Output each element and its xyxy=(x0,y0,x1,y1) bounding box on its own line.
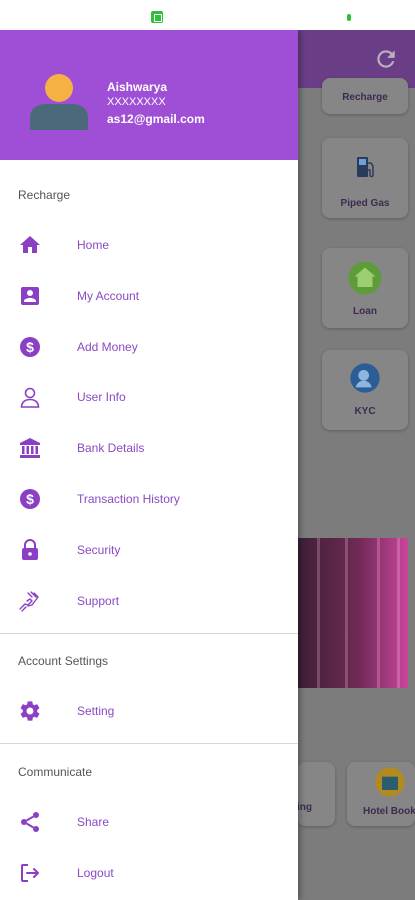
background-card-loan: Loan xyxy=(322,248,408,328)
menu-item-share[interactable]: Share xyxy=(0,799,298,845)
support-hands-icon xyxy=(19,591,39,612)
user-email: as12@gmail.com xyxy=(107,112,205,126)
avatar xyxy=(30,74,88,130)
menu-item-label: Transaction History xyxy=(77,492,180,506)
menu-item-transaction-history[interactable]: $ Transaction History xyxy=(0,476,298,522)
section-title-communicate: Communicate xyxy=(18,765,93,779)
menu-item-support[interactable]: Support xyxy=(0,578,298,624)
menu-item-label: My Account xyxy=(77,289,140,303)
menu-item-label: Logout xyxy=(77,866,114,880)
svg-text:$: $ xyxy=(26,491,34,507)
share-icon xyxy=(21,812,39,832)
background-card-label: Hotel Booki xyxy=(363,806,415,817)
menu-item-add-money[interactable]: $ Add Money xyxy=(0,324,298,370)
menu-item-bank-details[interactable]: Bank Details xyxy=(0,425,298,471)
user-phone: XXXXXXXX xyxy=(107,96,166,108)
menu-item-label: Share xyxy=(77,815,110,829)
hotel-icon xyxy=(375,767,405,797)
divider xyxy=(0,743,298,744)
refresh-icon xyxy=(377,50,395,68)
menu-item-label: Bank Details xyxy=(77,441,145,455)
dollar-circle-icon: $ xyxy=(20,489,40,509)
menu-item-label: Support xyxy=(77,594,120,608)
bank-icon xyxy=(20,438,40,458)
user-outline-icon xyxy=(20,387,40,408)
dollar-circle-icon: $ xyxy=(20,337,40,357)
menu-item-label: User Info xyxy=(77,390,126,404)
menu-item-logout[interactable]: Logout xyxy=(0,850,298,896)
background-card-label: KYC xyxy=(354,406,376,417)
svg-text:$: $ xyxy=(26,339,34,355)
background-card-label: ing xyxy=(297,802,312,813)
menu-item-user-info[interactable]: User Info xyxy=(0,374,298,420)
logout-icon xyxy=(21,864,39,882)
background-card-piped-gas: Piped Gas xyxy=(322,138,408,218)
menu-item-label: Add Money xyxy=(77,340,138,354)
status-bar xyxy=(0,0,415,30)
divider xyxy=(0,633,298,634)
navigation-drawer: Aishwarya XXXXXXXX as12@gmail.com Rechar… xyxy=(0,30,298,900)
lock-icon xyxy=(22,539,38,560)
loan-house-icon xyxy=(348,261,382,295)
section-title-recharge: Recharge xyxy=(18,188,71,202)
background-card-label: Piped Gas xyxy=(340,198,390,209)
account-box-icon xyxy=(21,287,39,305)
menu-item-security[interactable]: Security xyxy=(0,527,298,573)
menu-item-label: Home xyxy=(77,238,110,252)
background-card-recharge: Recharge xyxy=(322,78,408,114)
background-promo-banner xyxy=(297,538,408,688)
kyc-icon xyxy=(350,363,380,393)
menu-item-label: Setting xyxy=(77,704,115,718)
background-card-label: Recharge xyxy=(342,92,388,103)
gear-icon xyxy=(20,701,40,721)
gas-pump-icon xyxy=(357,157,374,178)
battery-icon xyxy=(347,14,351,21)
background-card-kyc: KYC xyxy=(322,350,408,430)
menu-item-label: Security xyxy=(77,543,121,557)
background-card-partial: ing xyxy=(297,762,335,826)
user-name: Aishwarya xyxy=(107,80,168,94)
menu-item-my-account[interactable]: My Account xyxy=(0,273,298,319)
notification-icon xyxy=(151,11,163,23)
background-card-hotel: Hotel Booki xyxy=(347,762,415,826)
home-icon xyxy=(20,236,40,253)
drawer-header: Aishwarya XXXXXXXX as12@gmail.com xyxy=(0,30,298,160)
menu-item-setting[interactable]: Setting xyxy=(0,688,298,734)
section-title-account-settings: Account Settings xyxy=(18,654,109,668)
background-card-label: Loan xyxy=(353,306,377,317)
menu-item-home[interactable]: Home xyxy=(0,222,298,268)
